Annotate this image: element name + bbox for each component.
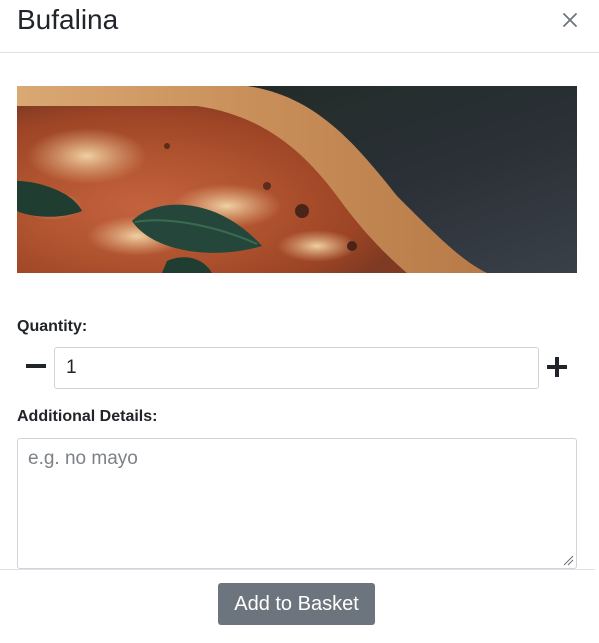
minus-icon xyxy=(26,364,46,368)
quantity-label: Quantity: xyxy=(17,318,88,335)
increase-quantity-button[interactable] xyxy=(545,356,569,378)
modal-header: Bufalina xyxy=(0,0,599,53)
additional-details-label: Additional Details: xyxy=(17,408,158,425)
additional-details-textarea[interactable] xyxy=(17,438,577,569)
close-button[interactable] xyxy=(558,8,582,32)
product-image xyxy=(17,86,577,273)
plus-icon xyxy=(547,357,567,377)
modal-title: Bufalina xyxy=(17,4,119,35)
pizza-photo xyxy=(17,86,577,273)
decrease-quantity-button[interactable] xyxy=(24,356,48,376)
add-item-modal: Bufalina Quantity: 1 Additional Details:… xyxy=(0,0,599,643)
close-icon xyxy=(563,13,577,27)
add-to-basket-button[interactable]: Add to Basket xyxy=(218,583,375,625)
quantity-input[interactable] xyxy=(54,347,539,389)
